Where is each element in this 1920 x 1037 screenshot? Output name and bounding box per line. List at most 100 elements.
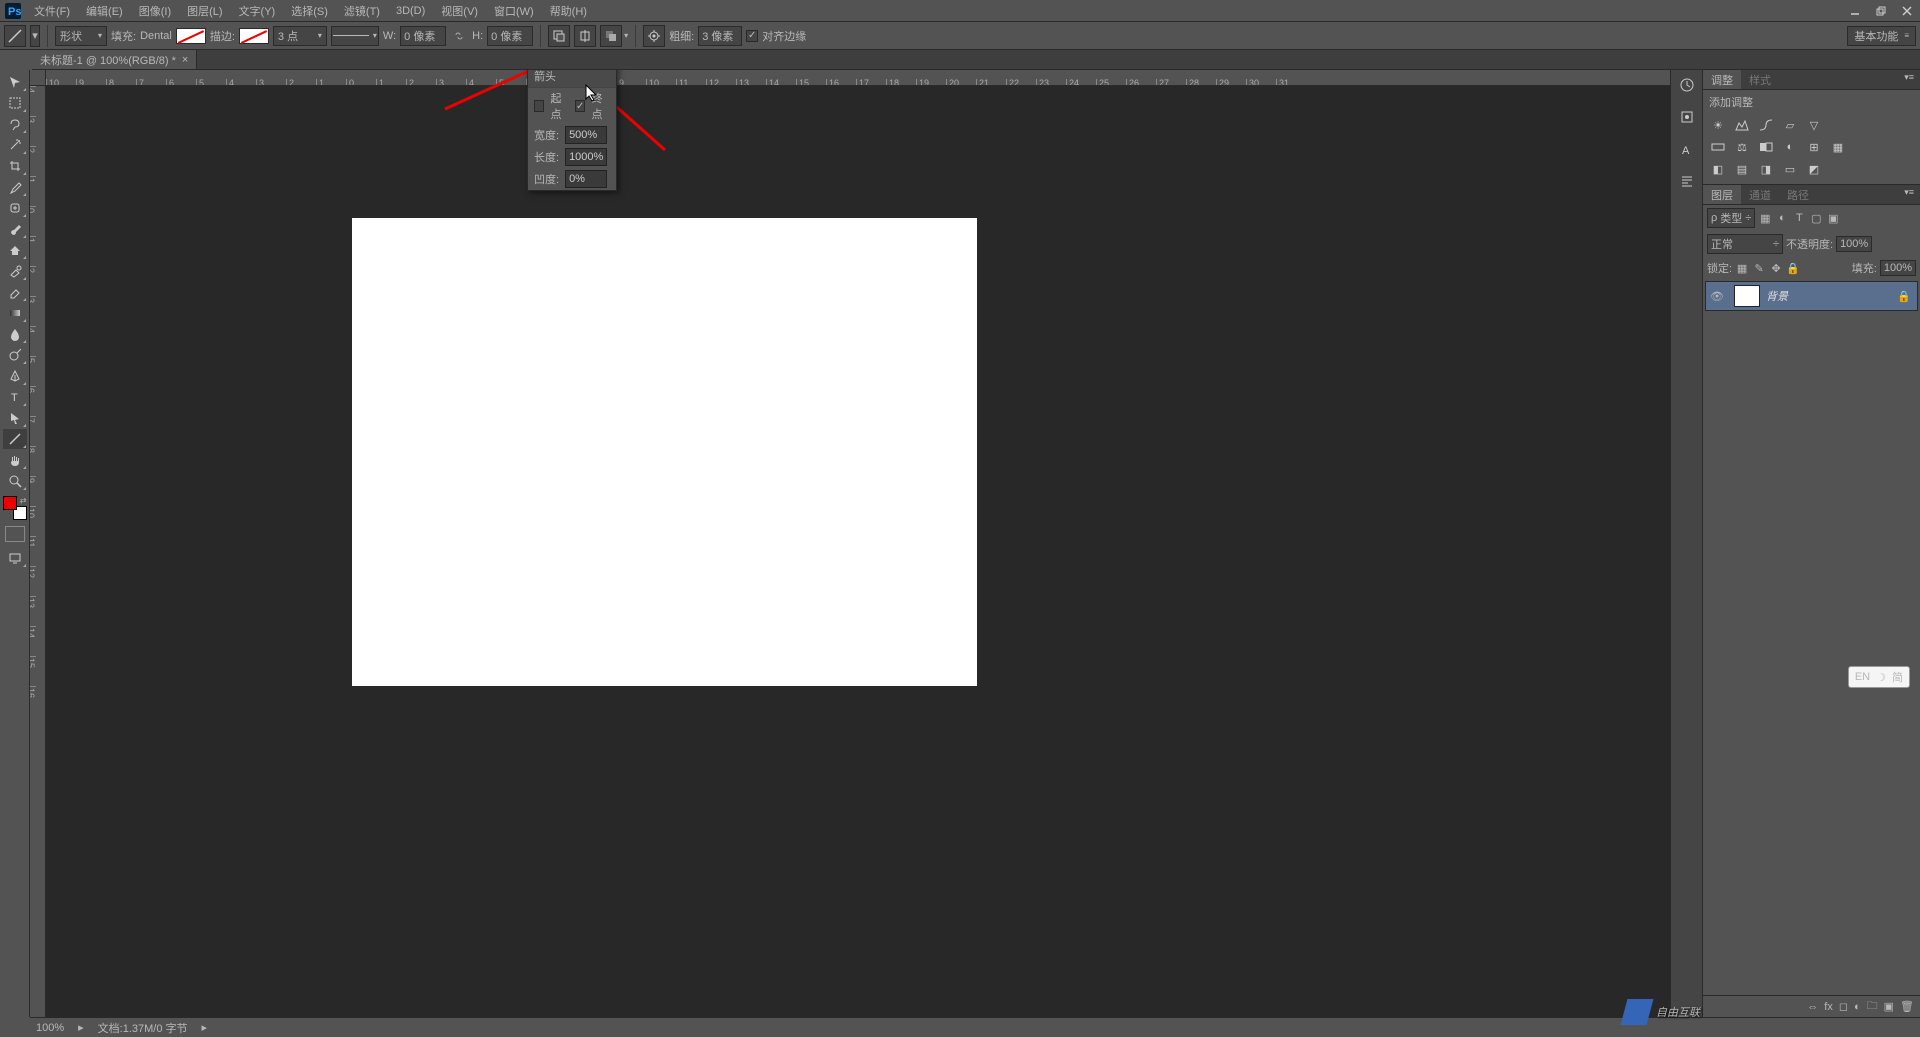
vibrance-icon[interactable]: ▽ — [1805, 117, 1823, 133]
hand-tool[interactable] — [3, 450, 27, 470]
path-arrangement-button[interactable] — [600, 25, 622, 47]
menu-layer[interactable]: 图层(L) — [179, 0, 230, 22]
type-tool[interactable]: T — [3, 387, 27, 407]
delete-layer-icon[interactable]: 🗑 — [1900, 1000, 1914, 1013]
arrow-length-input[interactable] — [565, 148, 607, 166]
filter-adjustment-icon[interactable]: ◐ — [1775, 211, 1789, 225]
arrow-concavity-input[interactable] — [565, 170, 607, 188]
lock-pixels-icon[interactable]: ✎ — [1752, 261, 1766, 275]
menu-view[interactable]: 视图(V) — [433, 0, 486, 22]
tool-preset-picker[interactable]: ▾ — [30, 25, 40, 47]
photo-filter-icon[interactable]: ◐ — [1781, 139, 1799, 155]
link-layers-icon[interactable]: ⇔ — [1807, 1001, 1818, 1013]
gradient-tool[interactable] — [3, 303, 27, 323]
new-fill-adjust-icon[interactable]: ◐ — [1854, 1001, 1861, 1013]
new-group-icon[interactable]: 🗀 — [1867, 997, 1878, 1016]
curves-icon[interactable] — [1757, 117, 1775, 133]
shape-mode-select[interactable]: 形状 — [55, 26, 107, 46]
fill-swatch[interactable] — [176, 28, 206, 44]
fill-input[interactable]: 100% — [1880, 260, 1916, 276]
arrow-width-input[interactable] — [565, 126, 607, 144]
new-layer-icon[interactable]: ▣ — [1884, 1000, 1894, 1013]
history-brush-tool[interactable] — [3, 261, 27, 281]
tab-adjustments[interactable]: 调整 — [1703, 70, 1741, 89]
zoom-tool[interactable] — [3, 471, 27, 491]
layers-empty-area[interactable] — [1703, 313, 1920, 995]
zoom-menu-icon[interactable]: ▸ — [78, 1021, 84, 1034]
horizontal-ruler[interactable]: 1098765432101234567891011121314151617181… — [46, 70, 1702, 86]
canvas[interactable] — [352, 218, 977, 686]
filter-shape-icon[interactable]: ▢ — [1809, 211, 1823, 225]
layer-visibility-icon[interactable]: 👁 — [1706, 290, 1728, 303]
filter-type-icon[interactable]: T — [1792, 211, 1806, 225]
tab-layers[interactable]: 图层 — [1703, 185, 1741, 204]
blur-tool[interactable] — [3, 324, 27, 344]
menu-help[interactable]: 帮助(H) — [542, 0, 595, 22]
workspace-select[interactable]: 基本功能≡ — [1847, 26, 1916, 46]
color-lookup-icon[interactable]: ▦ — [1829, 139, 1847, 155]
stroke-swatch[interactable] — [239, 28, 269, 44]
menu-image[interactable]: 图像(I) — [131, 0, 179, 22]
gradient-map-icon[interactable]: ▭ — [1781, 161, 1799, 177]
minimize-button[interactable] — [1842, 0, 1868, 22]
foreground-color-swatch[interactable] — [3, 496, 17, 510]
dodge-tool[interactable] — [3, 345, 27, 365]
filter-smart-icon[interactable]: ▣ — [1826, 211, 1840, 225]
document-tab[interactable]: 未标题-1 @ 100%(RGB/8) * × — [32, 50, 197, 69]
ruler-origin[interactable] — [30, 70, 46, 86]
selective-color-icon[interactable]: ◩ — [1805, 161, 1823, 177]
ime-mode[interactable]: 简 — [1892, 669, 1903, 685]
doc-info[interactable]: 文档:1.37M/0 字节 — [98, 1020, 188, 1036]
menu-filter[interactable]: 滤镜(T) — [336, 0, 388, 22]
ime-floating-bar[interactable]: EN ☽ 简 — [1848, 666, 1910, 688]
weight-input[interactable] — [698, 26, 742, 46]
eyedropper-tool[interactable] — [3, 177, 27, 197]
document-viewport[interactable]: 1098765432101234567891011121314151617181… — [30, 70, 1702, 1017]
layer-row-background[interactable]: 👁 背景 🔒 — [1705, 281, 1918, 311]
color-swatches[interactable]: ⇄ — [3, 496, 27, 520]
lasso-tool[interactable] — [3, 114, 27, 134]
height-input[interactable] — [487, 26, 533, 46]
brush-tool[interactable] — [3, 219, 27, 239]
swap-colors-icon[interactable]: ⇄ — [20, 496, 27, 505]
healing-brush-tool[interactable] — [3, 198, 27, 218]
crop-tool[interactable] — [3, 156, 27, 176]
path-selection-tool[interactable] — [3, 408, 27, 428]
lock-position-icon[interactable]: ✥ — [1769, 261, 1783, 275]
opacity-input[interactable]: 100% — [1836, 236, 1872, 252]
path-alignment-button[interactable] — [574, 25, 596, 47]
arrow-end-checkbox[interactable] — [575, 100, 585, 112]
close-icon[interactable]: × — [182, 54, 188, 66]
exposure-icon[interactable]: ▱ — [1781, 117, 1799, 133]
filter-pixel-icon[interactable]: ▦ — [1758, 211, 1772, 225]
arrow-start-checkbox[interactable] — [534, 100, 544, 112]
tab-channels[interactable]: 通道 — [1741, 185, 1779, 204]
channel-mixer-icon[interactable]: ⊞ — [1805, 139, 1823, 155]
screen-mode-button[interactable] — [3, 548, 27, 568]
properties-panel-icon[interactable] — [1676, 106, 1698, 128]
black-white-icon[interactable] — [1757, 139, 1775, 155]
layer-name[interactable]: 背景 — [1766, 288, 1897, 304]
eraser-tool[interactable] — [3, 282, 27, 302]
layer-style-icon[interactable]: fx — [1824, 1001, 1833, 1013]
zoom-value[interactable]: 100% — [36, 1022, 64, 1034]
tab-paths[interactable]: 路径 — [1779, 185, 1817, 204]
menu-3d[interactable]: 3D(D) — [388, 2, 433, 20]
menu-edit[interactable]: 编辑(E) — [78, 0, 131, 22]
line-tool[interactable] — [3, 429, 27, 449]
panel-menu-icon[interactable]: ▾≡ — [1898, 70, 1920, 89]
threshold-icon[interactable]: ◨ — [1757, 161, 1775, 177]
stroke-style-select[interactable]: ▾ — [331, 26, 379, 46]
blend-mode-select[interactable]: 正常÷ — [1707, 234, 1783, 254]
vertical-ruler[interactable]: 4321012345678910111213141516 — [30, 86, 46, 1017]
magic-wand-tool[interactable] — [3, 135, 27, 155]
stroke-width-select[interactable]: 3 点 — [273, 26, 327, 46]
menu-select[interactable]: 选择(S) — [283, 0, 336, 22]
link-wh-icon[interactable] — [450, 26, 468, 46]
paragraph-panel-icon[interactable] — [1676, 170, 1698, 192]
doc-info-menu-icon[interactable]: ▸ — [202, 1021, 208, 1034]
align-edges-checkbox[interactable] — [746, 30, 758, 42]
color-balance-icon[interactable]: ⚖ — [1733, 139, 1751, 155]
path-operations-button[interactable] — [548, 25, 570, 47]
history-panel-icon[interactable] — [1676, 74, 1698, 96]
